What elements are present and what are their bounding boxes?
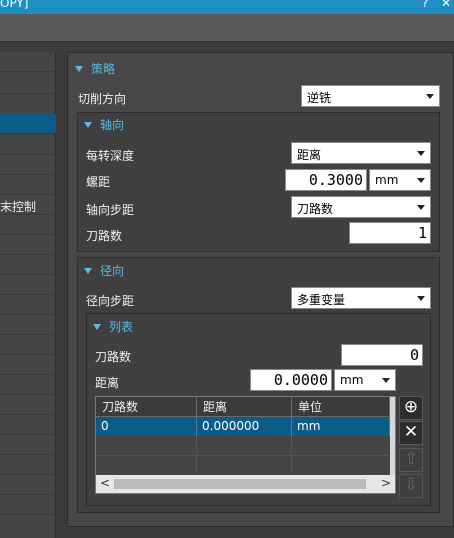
table-cell[interactable]: mm — [292, 417, 390, 436]
pitch-unit-value: mm — [375, 173, 399, 187]
depth-per-rev-label: 每转深度 — [86, 149, 135, 163]
tree-item[interactable] — [0, 495, 56, 515]
list-distance-input[interactable]: 0.0000 — [250, 369, 332, 391]
list-header-label: 列表 — [109, 320, 134, 334]
tree-item[interactable] — [0, 455, 56, 475]
tree-item[interactable] — [0, 235, 56, 255]
tree-item[interactable] — [0, 335, 56, 355]
delete-row-button[interactable]: ✕ — [399, 421, 423, 445]
list-pass-count-input[interactable]: 0 — [341, 344, 423, 366]
column-header[interactable]: 刀路数 — [96, 397, 197, 417]
tree-item[interactable] — [0, 395, 56, 415]
depth-per-rev-select[interactable]: 距离 — [291, 142, 431, 164]
horizontal-scrollbar[interactable]: < > — [96, 475, 395, 493]
tree-item[interactable] — [0, 275, 56, 295]
radial-step-value: 多重变量 — [297, 293, 346, 307]
axial-header-label: 轴向 — [100, 118, 125, 132]
axial-pass-count-input[interactable]: 1 — [349, 222, 431, 244]
radial-header-label: 径向 — [100, 264, 125, 278]
strategy-header[interactable]: 策略 — [75, 60, 115, 77]
list-header[interactable]: 列表 — [93, 318, 133, 335]
chevron-down-icon — [426, 94, 434, 99]
add-row-button[interactable]: ⊕ — [399, 396, 423, 420]
chevron-down-icon — [417, 296, 425, 301]
move-down-button[interactable]: ⇩ — [399, 474, 423, 498]
tree-item[interactable] — [0, 355, 56, 375]
radial-step-label: 径向步距 — [86, 294, 135, 308]
strategy-header-label: 策略 — [91, 62, 116, 76]
tree-item[interactable] — [0, 295, 56, 315]
chevron-down-icon — [382, 378, 390, 383]
scroll-right-arrow-icon[interactable]: > — [381, 476, 391, 490]
pitch-label: 螺距 — [86, 175, 111, 189]
tree-item-end-control[interactable]: 末控制 — [0, 195, 56, 215]
radial-header[interactable]: 径向 — [84, 262, 124, 279]
table-cell[interactable]: 0.000000 — [197, 417, 292, 436]
toolbar — [0, 14, 454, 42]
tree-item[interactable] — [0, 155, 56, 175]
column-header[interactable]: 距离 — [197, 397, 292, 417]
table-row[interactable]: 0 0.000000 mm — [96, 417, 395, 436]
scroll-left-arrow-icon[interactable]: < — [100, 476, 110, 490]
tree-item[interactable] — [0, 375, 56, 395]
list-distance-label: 距离 — [95, 376, 120, 390]
tree-item[interactable] — [0, 255, 56, 275]
chevron-down-icon — [417, 178, 425, 183]
axial-pass-count-label: 刀路数 — [86, 229, 123, 243]
tree-item[interactable] — [0, 74, 56, 94]
scroll-thumb[interactable] — [114, 479, 366, 489]
chevron-down-icon — [417, 205, 425, 210]
chevron-down-icon — [417, 151, 425, 156]
pass-list-table: 刀路数 距离 单位 0 0.000000 mm < > — [95, 396, 396, 494]
close-button[interactable]: ✕ — [441, 0, 451, 9]
axial-header[interactable]: 轴向 — [84, 116, 124, 133]
list-distance-unit-value: mm — [340, 373, 364, 387]
axial-step-select[interactable]: 刀路数 — [291, 196, 431, 218]
collapse-triangle-icon — [93, 323, 101, 330]
list-distance-unit-select[interactable]: mm — [334, 369, 396, 391]
pitch-unit-select[interactable]: mm — [369, 169, 431, 191]
cut-direction-select[interactable]: 逆铣 — [301, 85, 440, 107]
cut-direction-value: 逆铣 — [307, 91, 332, 105]
list-pass-count-label: 刀路数 — [95, 350, 132, 364]
tree-item[interactable] — [0, 475, 56, 495]
left-tree-panel: 末控制 — [0, 52, 56, 538]
splitter[interactable] — [57, 52, 67, 538]
title-bar: OPY] ? ✕ — [0, 0, 454, 14]
bottom-strip — [67, 528, 454, 538]
cut-direction-label: 切削方向 — [78, 92, 127, 106]
tree-item[interactable] — [0, 175, 56, 195]
column-header[interactable]: 单位 — [292, 397, 390, 417]
tree-item[interactable] — [0, 215, 56, 235]
tree-item-label: 末控制 — [0, 200, 37, 214]
radial-step-select[interactable]: 多重变量 — [291, 287, 431, 309]
tree-item[interactable] — [0, 52, 56, 72]
move-up-button[interactable]: ⇧ — [399, 448, 423, 472]
tree-item[interactable] — [0, 415, 56, 435]
help-button[interactable]: ? — [422, 0, 428, 9]
collapse-triangle-icon — [75, 65, 83, 72]
tree-item-selected[interactable] — [0, 114, 56, 134]
table-cell[interactable]: 0 — [96, 417, 197, 436]
vertical-scrollbar[interactable] — [390, 397, 395, 475]
axial-step-value: 刀路数 — [297, 202, 334, 216]
collapse-triangle-icon — [84, 267, 92, 274]
separator — [0, 43, 454, 51]
tree-item[interactable] — [0, 315, 56, 335]
depth-per-rev-value: 距离 — [297, 148, 322, 162]
tree-item[interactable] — [0, 135, 56, 155]
grid-line — [96, 455, 389, 456]
window-title: OPY] — [0, 0, 29, 10]
tree-item[interactable] — [0, 435, 56, 455]
collapse-triangle-icon — [84, 121, 92, 128]
pitch-input[interactable]: 0.3000 — [285, 169, 367, 191]
axial-step-label: 轴向步距 — [86, 203, 135, 217]
